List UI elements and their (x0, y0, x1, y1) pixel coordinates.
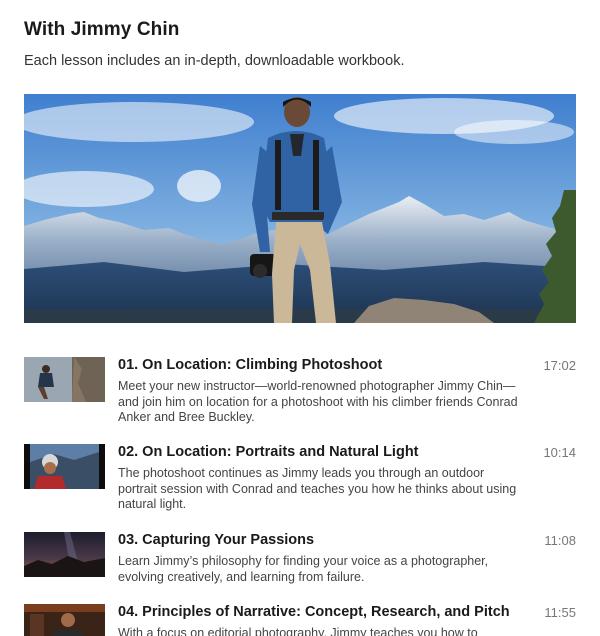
hero-image (24, 94, 576, 323)
lesson-thumbnail[interactable] (24, 604, 105, 636)
lesson-description: With a focus on editorial photography, J… (118, 626, 478, 636)
lesson-description: Meet your new instructor—world-renowned … (118, 379, 518, 424)
page-title: With Jimmy Chin (24, 19, 180, 40)
lesson-title[interactable]: 01. On Location: Climbing Photoshoot (118, 357, 382, 373)
page-subtitle: Each lesson includes an in-depth, downlo… (24, 53, 405, 69)
lesson-duration: 11:08 (544, 533, 576, 548)
lesson-duration: 17:02 (543, 358, 576, 373)
lesson-title[interactable]: 03. Capturing Your Passions (118, 532, 314, 548)
lesson-description: The photoshoot continues as Jimmy leads … (118, 466, 517, 511)
lesson-duration: 10:14 (543, 445, 576, 460)
lesson-description: Learn Jimmy’s philosophy for finding you… (118, 554, 489, 584)
lesson-thumbnail[interactable] (24, 357, 105, 402)
lesson-title[interactable]: 02. On Location: Portraits and Natural L… (118, 444, 419, 460)
lesson-thumbnail[interactable] (24, 532, 105, 577)
lesson-title[interactable]: 04. Principles of Narrative: Concept, Re… (118, 604, 510, 620)
course-lessons-page: With Jimmy Chin Each lesson includes an … (0, 0, 600, 636)
lesson-duration: 11:55 (544, 605, 576, 620)
lesson-thumbnail[interactable] (24, 444, 105, 489)
